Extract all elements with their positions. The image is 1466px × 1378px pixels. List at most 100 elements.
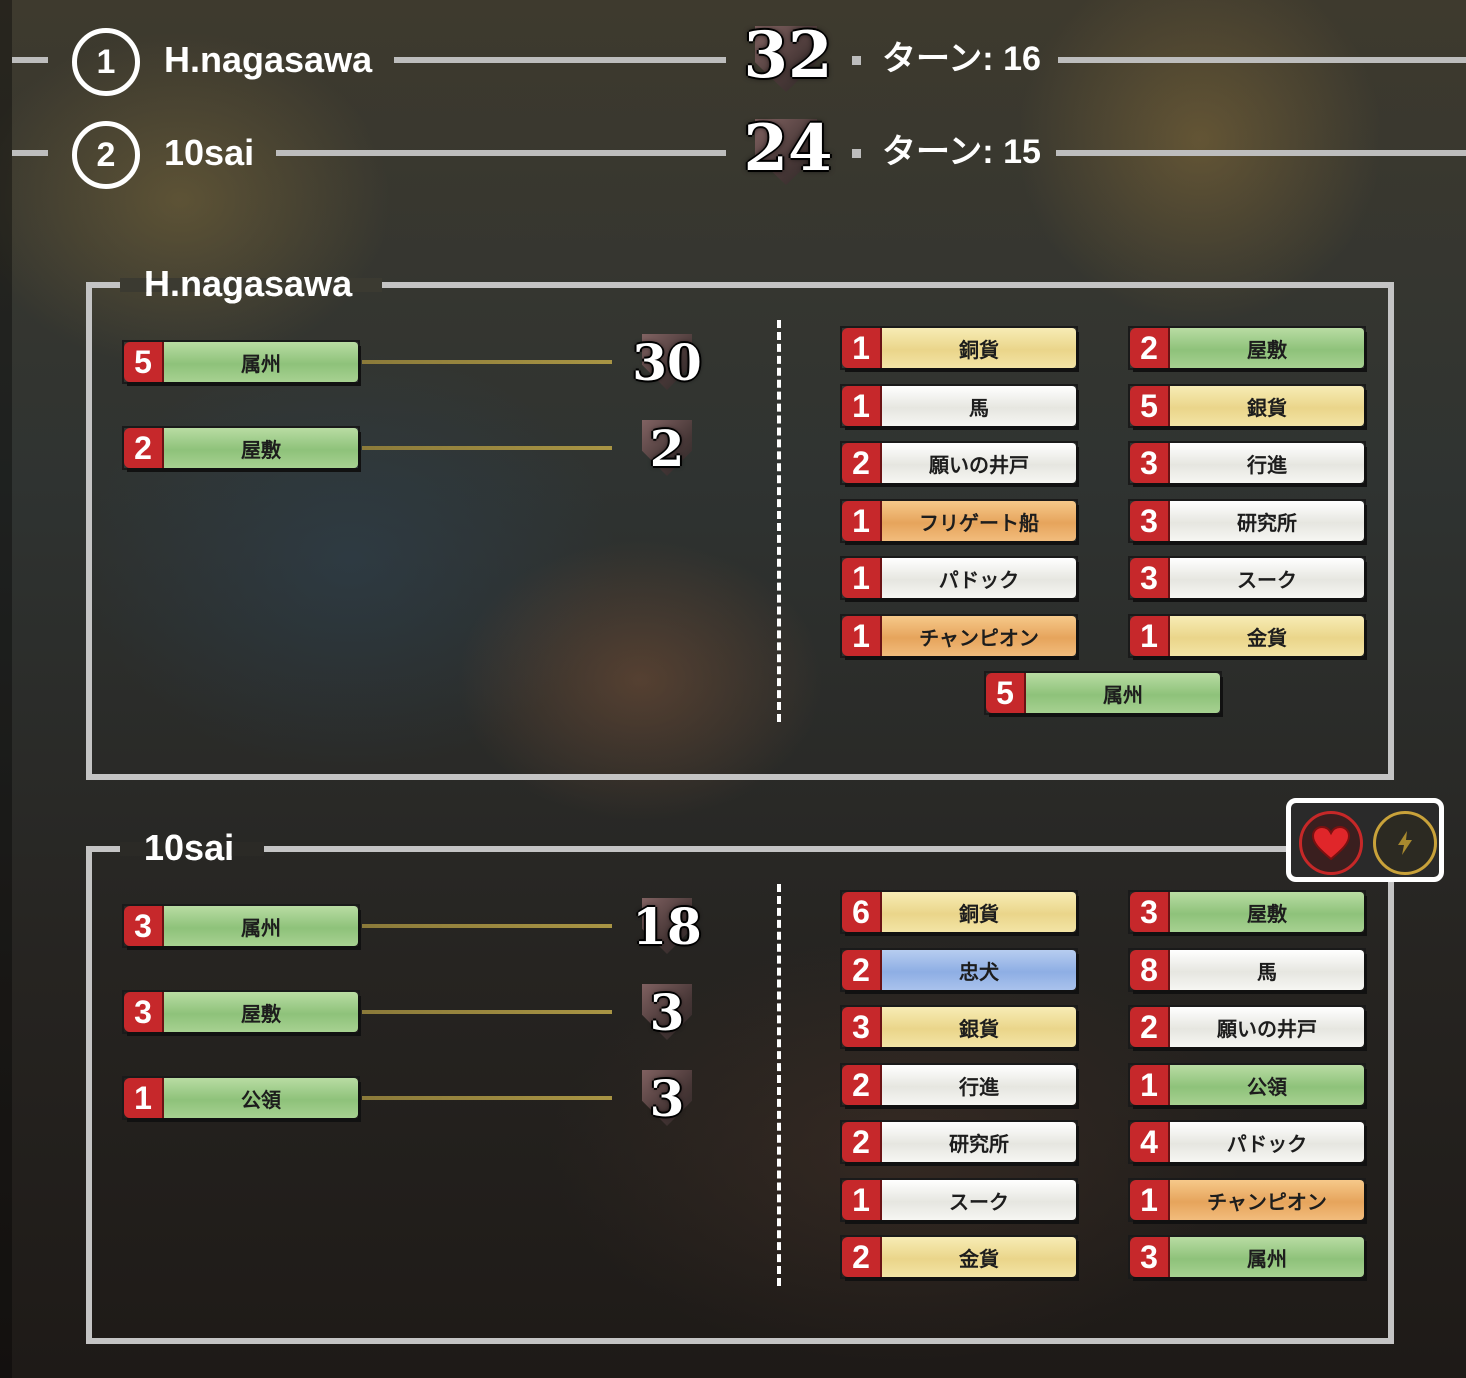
left-edge-strip xyxy=(0,0,12,1378)
card-green[interactable]: 5 属州 xyxy=(124,342,358,382)
card-count: 1 xyxy=(1130,1065,1170,1105)
card-count: 3 xyxy=(1130,558,1170,598)
card-count: 5 xyxy=(986,673,1026,713)
card-name: 属州 xyxy=(1170,1237,1364,1277)
action-icon-box xyxy=(1286,798,1444,882)
card-name: 公領 xyxy=(164,1078,358,1118)
card-green[interactable]: 5 属州 xyxy=(986,673,1220,713)
card-white[interactable]: 4 パドック xyxy=(1130,1122,1364,1162)
divider xyxy=(394,57,726,63)
divider xyxy=(12,57,48,63)
card-name: 行進 xyxy=(882,1065,1076,1105)
card-orange[interactable]: 1 チャンピオン xyxy=(1130,1180,1364,1220)
card-name: 属州 xyxy=(1026,673,1220,713)
card-count: 8 xyxy=(1130,950,1170,990)
card-count: 1 xyxy=(124,1078,164,1118)
card-yellow[interactable]: 5 銀貨 xyxy=(1130,386,1364,426)
card-count: 1 xyxy=(842,328,882,368)
card-count: 3 xyxy=(1130,1237,1170,1277)
card-white[interactable]: 2 願いの井戸 xyxy=(1130,1007,1364,1047)
card-name: 公領 xyxy=(1170,1065,1364,1105)
turn-count: ターン: 16 xyxy=(882,40,1041,78)
total-score: 32 xyxy=(743,18,833,93)
card-name: 研究所 xyxy=(882,1122,1076,1162)
card-yellow[interactable]: 3 銀貨 xyxy=(842,1007,1076,1047)
card-orange[interactable]: 1 フリゲート船 xyxy=(842,501,1076,541)
divider xyxy=(276,150,726,156)
card-count: 5 xyxy=(1130,386,1170,426)
card-count: 3 xyxy=(124,992,164,1032)
heart-icon xyxy=(1311,825,1351,861)
card-yellow[interactable]: 2 金貨 xyxy=(842,1237,1076,1277)
card-count: 5 xyxy=(124,342,164,382)
lightning-button[interactable] xyxy=(1373,811,1437,875)
card-name: パドック xyxy=(1170,1122,1364,1162)
card-count: 2 xyxy=(1130,1007,1170,1047)
card-name: パドック xyxy=(882,558,1076,598)
card-name: 馬 xyxy=(1170,950,1364,990)
card-green[interactable]: 1 公領 xyxy=(124,1078,358,1118)
rank-badge: 1 xyxy=(72,28,140,96)
card-name: チャンピオン xyxy=(1170,1180,1364,1220)
card-count: 2 xyxy=(842,1122,882,1162)
card-points: 3 xyxy=(649,983,685,1042)
card-name: 屋敷 xyxy=(1170,892,1364,932)
separator-dot xyxy=(852,56,861,65)
card-points: 30 xyxy=(632,333,702,392)
card-yellow[interactable]: 1 金貨 xyxy=(1130,616,1364,656)
card-count: 1 xyxy=(1130,1180,1170,1220)
card-green[interactable]: 1 公領 xyxy=(1130,1065,1364,1105)
card-name: スーク xyxy=(1170,558,1364,598)
card-count: 1 xyxy=(842,616,882,656)
card-yellow[interactable]: 1 銅貨 xyxy=(842,328,1076,368)
card-white[interactable]: 1 パドック xyxy=(842,558,1076,598)
card-white[interactable]: 1馬 xyxy=(842,386,1076,426)
card-count: 2 xyxy=(842,443,882,483)
card-yellow[interactable]: 6 銅貨 xyxy=(842,892,1076,932)
card-blue[interactable]: 2 忠犬 xyxy=(842,950,1076,990)
card-white[interactable]: 2 研究所 xyxy=(842,1122,1076,1162)
card-count: 1 xyxy=(842,501,882,541)
card-points: 2 xyxy=(649,419,685,478)
card-count: 4 xyxy=(1130,1122,1170,1162)
turn-count: ターン: 15 xyxy=(882,133,1041,171)
card-name: 屋敷 xyxy=(1170,328,1364,368)
card-name: フリゲート船 xyxy=(882,501,1076,541)
card-name: チャンピオン xyxy=(882,616,1076,656)
card-points: 18 xyxy=(632,897,702,956)
card-green[interactable]: 3 属州 xyxy=(1130,1237,1364,1277)
panel-title-1-text: H.nagasawa xyxy=(144,263,353,304)
card-count: 1 xyxy=(842,558,882,598)
card-white[interactable]: 3 スーク xyxy=(1130,558,1364,598)
card-green[interactable]: 3 屋敷 xyxy=(1130,892,1364,932)
divider xyxy=(1056,150,1466,156)
card-white[interactable]: 8馬 xyxy=(1130,950,1364,990)
card-count: 3 xyxy=(1130,501,1170,541)
card-white[interactable]: 2 行進 xyxy=(842,1065,1076,1105)
total-score: 24 xyxy=(743,111,833,186)
card-name: 銅貨 xyxy=(882,328,1076,368)
card-green[interactable]: 2 屋敷 xyxy=(1130,328,1364,368)
card-name: 行進 xyxy=(1170,443,1364,483)
card-count: 2 xyxy=(842,1237,882,1277)
card-white[interactable]: 3 行進 xyxy=(1130,443,1364,483)
card-name: 金貨 xyxy=(882,1237,1076,1277)
card-count: 1 xyxy=(842,386,882,426)
heart-button[interactable] xyxy=(1299,811,1363,875)
player-name: 10sai xyxy=(164,132,255,173)
rank-badge: 2 xyxy=(72,121,140,189)
card-green[interactable]: 3 属州 xyxy=(124,906,358,946)
column-divider xyxy=(777,884,781,1286)
card-orange[interactable]: 1 チャンピオン xyxy=(842,616,1076,656)
card-points: 3 xyxy=(649,1069,685,1128)
card-count: 3 xyxy=(1130,443,1170,483)
card-green[interactable]: 2 屋敷 xyxy=(124,428,358,468)
card-white[interactable]: 3 研究所 xyxy=(1130,501,1364,541)
card-name: 願いの井戸 xyxy=(882,443,1076,483)
card-count: 1 xyxy=(1130,616,1170,656)
card-white[interactable]: 1 スーク xyxy=(842,1180,1076,1220)
card-name: 金貨 xyxy=(1170,616,1364,656)
card-green[interactable]: 3 屋敷 xyxy=(124,992,358,1032)
card-white[interactable]: 2 願いの井戸 xyxy=(842,443,1076,483)
card-count: 2 xyxy=(124,428,164,468)
